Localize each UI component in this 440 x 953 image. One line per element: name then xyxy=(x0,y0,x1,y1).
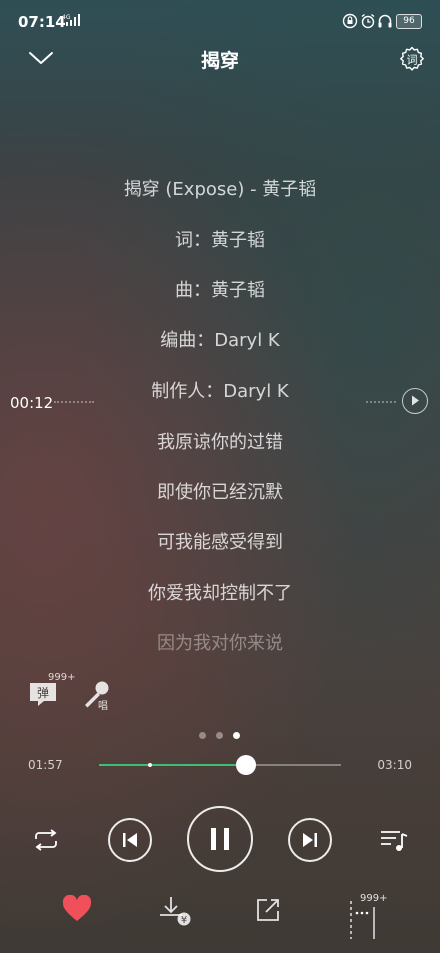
page-dot-active[interactable] xyxy=(233,732,240,739)
download-icon: ¥ xyxy=(160,897,191,926)
play-from-line-button[interactable] xyxy=(402,388,428,414)
alarm-icon xyxy=(360,13,376,29)
download-button[interactable]: ¥ xyxy=(158,895,192,927)
signal-icon: 4G xyxy=(62,13,82,27)
comment-count-badge: 999+ xyxy=(360,893,388,904)
lyric-line[interactable]: 即使你已经沉默 xyxy=(0,478,440,504)
pause-button[interactable] xyxy=(187,806,253,872)
lyric-line[interactable]: 你爱我却控制不了 xyxy=(0,579,440,605)
lyric-line[interactable]: 编曲：Daryl K xyxy=(0,326,440,352)
playlist-icon xyxy=(381,831,408,851)
lyric-seek-time: 00:12 xyxy=(10,394,54,412)
elapsed-time: 01:57 xyxy=(28,758,63,772)
sing-label: 唱 xyxy=(98,700,108,712)
download-badge: ¥ xyxy=(181,915,187,926)
battery-level: 96 xyxy=(396,14,422,29)
sing-button[interactable]: 唱 xyxy=(80,678,116,712)
next-track-button[interactable] xyxy=(288,818,332,862)
progress-marker xyxy=(147,763,152,767)
repeat-icon xyxy=(35,829,57,851)
danmu-count-badge: 999+ xyxy=(48,672,76,683)
headphones-icon xyxy=(377,13,393,29)
microphone-icon: 唱 xyxy=(85,681,109,712)
progress-thumb[interactable] xyxy=(235,755,256,775)
lyric-line[interactable]: 制作人：Daryl K xyxy=(0,377,440,403)
page-dot[interactable] xyxy=(199,732,206,739)
playlist-button[interactable] xyxy=(378,826,410,854)
seek-guide-line-right xyxy=(366,401,396,403)
chevron-down-icon xyxy=(29,52,53,64)
share-button[interactable] xyxy=(254,896,282,924)
lyric-line[interactable]: 曲：黄子韬 xyxy=(0,276,440,302)
status-time: 07:14 xyxy=(18,13,66,31)
seek-guide-line-left xyxy=(54,401,94,403)
song-title: 揭穿 xyxy=(200,50,239,72)
repeat-mode-button[interactable] xyxy=(30,826,62,854)
heart-icon xyxy=(62,895,92,921)
progress-fill xyxy=(99,764,246,766)
lyric-line[interactable]: 因为我对你来说 xyxy=(0,629,440,655)
network-type: 4G xyxy=(62,14,71,21)
lyric-settings-label: 词 xyxy=(407,54,418,67)
progress-bar[interactable] xyxy=(99,755,341,775)
like-button[interactable] xyxy=(62,895,92,923)
lyric-line[interactable]: 可我能感受得到 xyxy=(0,528,440,554)
total-duration: 03:10 xyxy=(377,758,412,772)
lyric-line[interactable]: 我原谅你的过错 xyxy=(0,428,440,454)
lock-rotation-icon xyxy=(342,13,358,29)
lyric-line[interactable]: 揭穿 (Expose) - 黄子韬 xyxy=(0,175,440,201)
pause-icon xyxy=(211,828,229,850)
collapse-button[interactable] xyxy=(26,46,56,72)
danmu-button[interactable]: 弹 xyxy=(28,680,58,708)
page-dot[interactable] xyxy=(216,732,223,739)
share-icon xyxy=(257,899,279,921)
gear-icon: 词 xyxy=(400,46,424,71)
lyric-settings-button[interactable]: 词 xyxy=(398,45,426,73)
danmu-label: 弹 xyxy=(37,686,49,700)
comment-bubble-icon: 弹 xyxy=(30,683,56,706)
previous-track-button[interactable] xyxy=(108,818,152,862)
lyric-line[interactable]: 词：黄子韬 xyxy=(0,226,440,252)
play-icon xyxy=(412,395,419,406)
skip-previous-icon xyxy=(123,833,137,847)
skip-next-icon xyxy=(303,833,317,847)
status-bar: 07:14 4G 96 xyxy=(0,0,440,44)
